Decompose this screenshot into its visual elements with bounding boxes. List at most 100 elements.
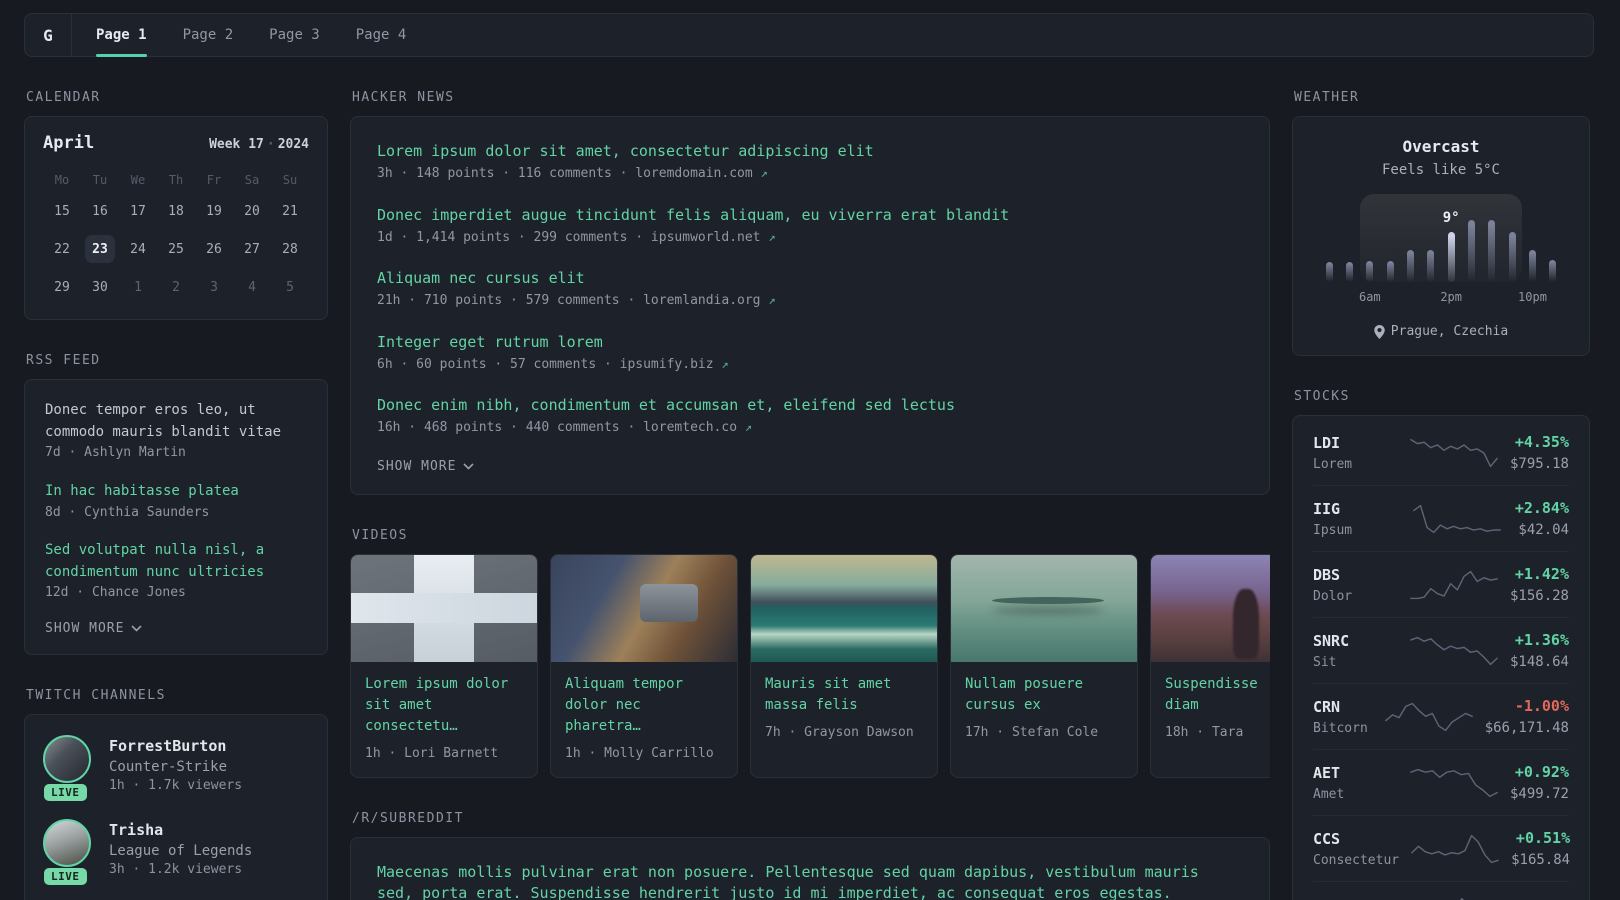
video-card[interactable]: Mauris sit amet massa felis 7h · Grayson…	[750, 553, 938, 778]
reddit-post-title-link[interactable]: Maecenas mollis pulvinar erat non posuer…	[377, 862, 1243, 900]
hn-item-title-link[interactable]: Donec enim nibh, condimentum et accumsan…	[377, 395, 1243, 416]
rss-item-title-link[interactable]: Sed volutpat nulla nisl, a condimentum n…	[45, 540, 307, 583]
weather-bar	[1467, 220, 1475, 282]
weather-bar	[1528, 250, 1536, 282]
rss-show-more-button[interactable]: SHOW MORE	[45, 621, 143, 636]
stock-price: $156.28	[1509, 588, 1569, 604]
calendar-day: 2	[172, 279, 180, 295]
video-title-link[interactable]: Nullam posuere cursus ex	[965, 674, 1123, 716]
stock-sparkline	[1410, 570, 1498, 599]
external-link-icon: ↗	[760, 166, 768, 180]
calendar-day: 26	[206, 241, 222, 257]
weather-widget: Overcast Feels like 5°C 9° 6am 2pm 10pm Pr…	[1292, 116, 1590, 356]
stock-price: $795.18	[1509, 456, 1569, 472]
video-title-link[interactable]: Mauris sit amet massa felis	[765, 674, 923, 716]
channel-meta: 1h · 1.7k viewers	[109, 777, 243, 793]
calendar-day: 18	[168, 203, 184, 219]
stock-change: -1.00%	[1514, 697, 1569, 715]
video-meta: 17h · Stefan Cole	[965, 724, 1099, 740]
stock-name: Dolor	[1313, 588, 1353, 604]
video-card[interactable]: Aliquam tempor dolor nec pharetra… 1h · …	[550, 553, 738, 778]
rss-item-title-link[interactable]: In hac habitasse platea	[45, 481, 307, 503]
calendar-day: 16	[92, 203, 108, 219]
stock-symbol: IIG	[1313, 499, 1341, 518]
calendar-grid: Mo Tu We Th Fr Sa Su 15 16 17 18 19 20 2…	[43, 173, 309, 301]
stock-row[interactable]: CRN Bitcorn -1.00% $66,171.48	[1313, 683, 1569, 749]
hn-item-title-link[interactable]: Lorem ipsum dolor sit amet, consectetur …	[377, 141, 1243, 162]
tab-page-3[interactable]: Page 3	[269, 14, 320, 56]
channel-name: Trisha	[109, 820, 164, 839]
weather-time-labels: 6am 2pm 10pm	[1319, 290, 1563, 306]
app-logo[interactable]: G	[25, 14, 72, 56]
weather-bar	[1447, 232, 1455, 282]
calendar-day: 4	[248, 279, 256, 295]
video-title-link[interactable]: Aliquam tempor dolor nec pharetra…	[565, 674, 723, 737]
hn-item-title-link[interactable]: Integer eget rutrum lorem	[377, 332, 1243, 353]
video-title-link[interactable]: Suspendisse diam	[1165, 674, 1258, 716]
rss-item-meta: 12d · Chance Jones	[45, 585, 186, 601]
stock-row[interactable]: CCS Consectetur +0.51% $165.84	[1313, 815, 1571, 881]
calendar-section-label: CALENDAR	[26, 90, 101, 105]
calendar-day: 20	[244, 203, 260, 219]
tab-page-4[interactable]: Page 4	[356, 14, 407, 56]
rss-item-title-link[interactable]: Donec tempor eros leo, ut commodo mauris…	[45, 400, 307, 443]
weather-bar	[1406, 250, 1414, 282]
rss-item: Sed volutpat nulla nisl, a condimentum n…	[45, 540, 307, 603]
video-meta: 7h · Grayson Dawson	[765, 724, 914, 740]
hn-item-title-link[interactable]: Donec imperdiet augue tincidunt felis al…	[377, 205, 1243, 226]
stock-name: Ipsum	[1313, 522, 1353, 538]
hn-item-title-link[interactable]: Aliquam nec cursus elit	[377, 268, 1243, 289]
hn-item: Integer eget rutrum lorem 6h · 60 points…	[377, 332, 1243, 375]
calendar-day: 19	[206, 203, 222, 219]
stock-row[interactable]: DBS Dolor +1.42% $156.28	[1313, 551, 1569, 617]
weather-bar	[1386, 261, 1394, 282]
calendar-day: 22	[54, 241, 70, 257]
external-link-icon: ↗	[744, 420, 753, 434]
stock-name: Consectetur	[1313, 852, 1400, 868]
stock-change: +4.35%	[1514, 433, 1569, 451]
stock-row[interactable]: LDI Lorem +4.35% $795.18	[1313, 420, 1569, 485]
weather-bar	[1366, 261, 1374, 282]
stock-symbol: DBS	[1313, 565, 1341, 584]
channel-game: Counter-Strike	[109, 758, 228, 775]
stock-price: $42.04	[1518, 522, 1569, 538]
hn-item-meta: 3h · 148 points · 116 comments · loremdo…	[377, 166, 768, 181]
stock-name: Lorem	[1313, 456, 1353, 472]
video-card[interactable]: Nullam posuere cursus ex 17h · Stefan Co…	[950, 553, 1138, 778]
video-title-link[interactable]: Lorem ipsum dolor sit amet consectetu…	[365, 674, 523, 737]
middle-column: HACKER NEWS Lorem ipsum dolor sit amet, …	[350, 57, 1270, 900]
stock-row[interactable]: IIG Ipsum +2.84% $42.04	[1313, 485, 1569, 551]
weather-bar	[1325, 262, 1333, 282]
tab-page-1[interactable]: Page 1	[96, 14, 147, 57]
twitch-channel-row[interactable]: LIVE Trisha League of Legends 3h · 1.2k …	[43, 818, 309, 885]
stock-sparkline	[1411, 834, 1499, 863]
weather-feels-like: Feels like 5°C	[1381, 162, 1500, 178]
stock-change: +0.51%	[1515, 829, 1571, 847]
map-pin-icon	[1374, 324, 1385, 339]
chevron-down-icon	[463, 462, 475, 470]
video-card[interactable]: Suspendisse diam 18h · Tara	[1150, 553, 1270, 778]
hn-show-more-button[interactable]: SHOW MORE	[377, 459, 475, 474]
calendar-day: 25	[168, 241, 184, 257]
hn-item-meta: 16h · 468 points · 440 comments · loremt…	[377, 420, 753, 435]
stock-row[interactable]: AET Amet +0.92% $499.72	[1313, 749, 1569, 815]
rss-item: In hac habitasse platea 8d · Cynthia Sau…	[45, 481, 307, 522]
stock-row[interactable]: SNRC Sit +1.36% $148.64	[1313, 617, 1569, 683]
twitch-channel-row[interactable]: LIVE ForrestBurton Counter-Strike 1h · 1…	[43, 734, 309, 801]
stock-row[interactable]: AHS +0.46%	[1313, 881, 1569, 900]
weather-bar	[1345, 262, 1353, 282]
calendar-day-selected: 23	[85, 235, 115, 263]
videos-carousel: Lorem ipsum dolor sit amet consectetu… 1…	[350, 553, 1270, 778]
avatar	[43, 734, 91, 783]
calendar-day: 17	[130, 203, 146, 219]
right-column: WEATHER Overcast Feels like 5°C 9° 6am 2p…	[1292, 57, 1590, 900]
stock-name: Amet	[1313, 786, 1345, 802]
video-meta: 18h · Tara	[1165, 724, 1244, 740]
channel-meta: 3h · 1.2k viewers	[109, 861, 243, 877]
video-thumbnail	[551, 554, 737, 662]
video-card[interactable]: Lorem ipsum dolor sit amet consectetu… 1…	[350, 553, 538, 778]
calendar-day: 30	[92, 279, 108, 295]
hn-item: Lorem ipsum dolor sit amet, consectetur …	[377, 141, 1243, 184]
subreddit-widget: Maecenas mollis pulvinar erat non posuer…	[350, 837, 1270, 900]
tab-page-2[interactable]: Page 2	[183, 14, 234, 56]
